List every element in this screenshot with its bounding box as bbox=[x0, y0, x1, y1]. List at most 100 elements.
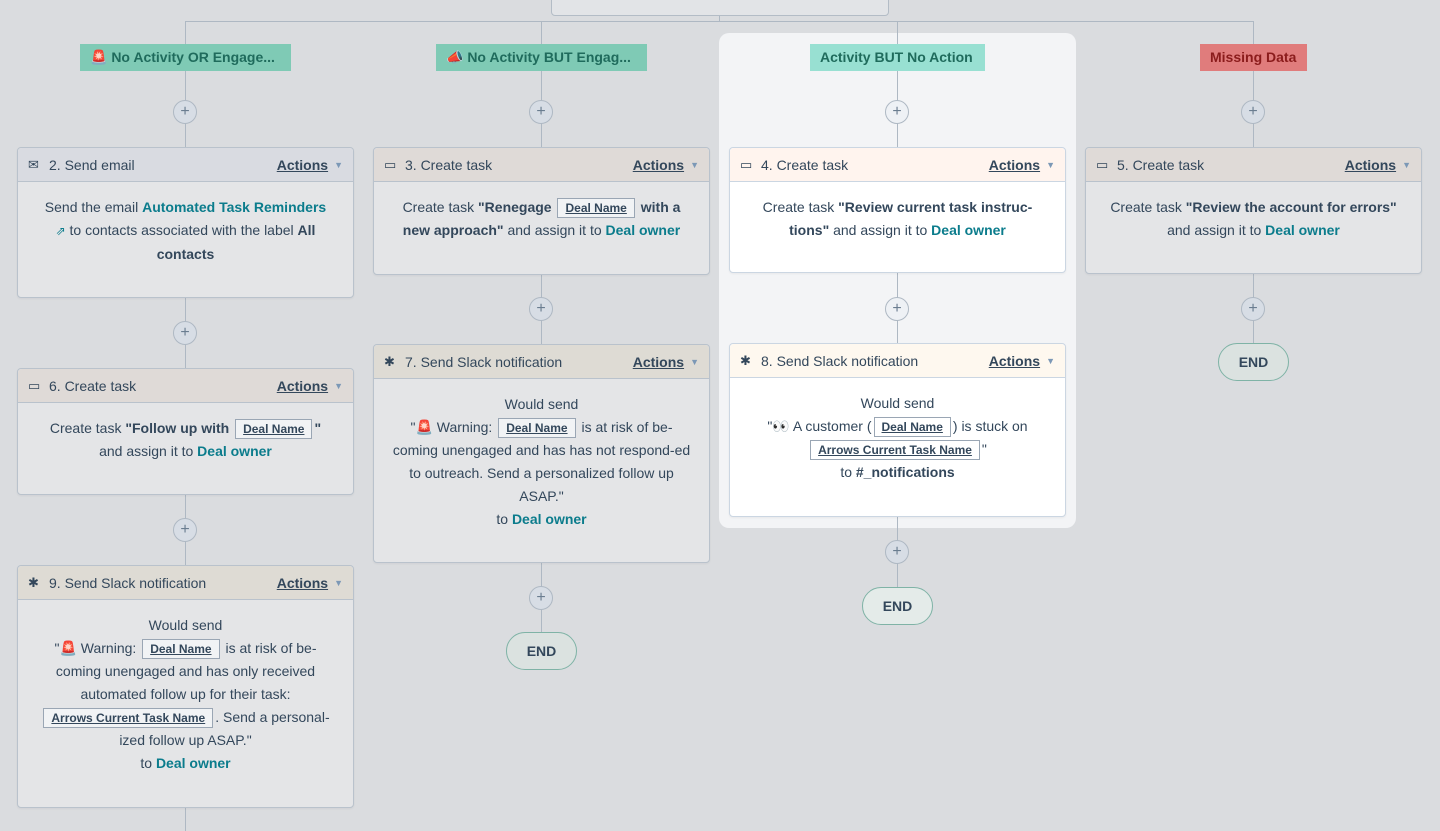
card-title: 7. Send Slack notification bbox=[405, 353, 563, 370]
add-step-button[interactable]: + bbox=[173, 100, 197, 124]
text: to bbox=[840, 464, 856, 480]
actions-dropdown[interactable]: Actions bbox=[633, 354, 684, 370]
action-card-send-slack-notification[interactable]: ✱ 9. Send Slack notification Actions ▼ W… bbox=[17, 565, 354, 808]
property-token[interactable]: Deal Name bbox=[142, 639, 220, 659]
chevron-down-icon[interactable]: ▼ bbox=[334, 160, 343, 170]
chevron-down-icon[interactable]: ▼ bbox=[1046, 160, 1055, 170]
slack-icon: ✱ bbox=[384, 353, 395, 369]
text: Would send bbox=[148, 617, 223, 633]
card-body: Create task "Renegage Deal Name with a n… bbox=[374, 182, 709, 256]
add-step-button[interactable]: + bbox=[885, 540, 909, 564]
text: Would send bbox=[504, 396, 579, 412]
card-body: Would send "🚨 Warning: Deal Name is at r… bbox=[374, 379, 709, 545]
action-card-send-slack-notification[interactable]: ✱ 7. Send Slack notification Actions ▼ W… bbox=[373, 344, 710, 563]
add-step-button[interactable]: + bbox=[1241, 297, 1265, 321]
slack-icon: ✱ bbox=[740, 352, 751, 368]
branch-label-no-activity-or-engage[interactable]: 🚨 No Activity OR Engage... bbox=[80, 44, 291, 71]
actions-dropdown[interactable]: Actions bbox=[989, 157, 1040, 173]
email-link[interactable]: Automated Task Reminders bbox=[142, 199, 326, 215]
text: ) is stuck on bbox=[952, 418, 1028, 434]
add-step-button[interactable]: + bbox=[529, 297, 553, 321]
card-body: Create task "Review the account for erro… bbox=[1086, 182, 1421, 256]
card-title: 6. Create task bbox=[49, 377, 137, 394]
property-token[interactable]: Deal Name bbox=[873, 417, 951, 437]
chevron-down-icon[interactable]: ▼ bbox=[690, 357, 699, 367]
add-step-button[interactable]: + bbox=[885, 297, 909, 321]
text: " bbox=[314, 420, 322, 436]
card-header: ▭ 3. Create task Actions ▼ bbox=[374, 148, 709, 182]
actions-dropdown[interactable]: Actions bbox=[277, 575, 328, 591]
property-token[interactable]: Deal Name bbox=[498, 418, 576, 438]
action-card-create-task[interactable]: ▭ 4. Create task Actions ▼ Create task "… bbox=[729, 147, 1066, 273]
owner-link[interactable]: Deal owner bbox=[512, 511, 587, 527]
task-icon: ▭ bbox=[28, 377, 41, 393]
envelope-icon: ✉ bbox=[28, 156, 39, 172]
branch-label-no-activity-but-engag[interactable]: 📣 No Activity BUT Engag... bbox=[436, 44, 647, 71]
card-header: ✉ 2. Send email Actions ▼ bbox=[18, 148, 353, 182]
task-icon: ▭ bbox=[384, 156, 397, 172]
card-body: Would send "👀 A customer (Deal Name) is … bbox=[730, 378, 1065, 498]
property-token[interactable]: Deal Name bbox=[235, 419, 313, 439]
card-header: ✱ 8. Send Slack notification Actions ▼ bbox=[730, 344, 1065, 378]
end-node: END bbox=[506, 632, 577, 670]
card-title: 3. Create task bbox=[405, 156, 493, 173]
chevron-down-icon[interactable]: ▼ bbox=[334, 381, 343, 391]
add-step-button[interactable]: + bbox=[529, 586, 553, 610]
action-card-create-task[interactable]: ▭ 6. Create task Actions ▼ Create task "… bbox=[17, 368, 354, 495]
text: "🚨 Warning: bbox=[410, 419, 497, 435]
add-step-button[interactable]: + bbox=[885, 100, 909, 124]
chevron-down-icon[interactable]: ▼ bbox=[1046, 356, 1055, 366]
actions-dropdown[interactable]: Actions bbox=[1345, 157, 1396, 173]
card-title: 9. Send Slack notification bbox=[49, 574, 207, 591]
property-token[interactable]: Arrows Current Task Name bbox=[810, 440, 980, 460]
actions-dropdown[interactable]: Actions bbox=[277, 157, 328, 173]
branch-action-box[interactable] bbox=[551, 0, 889, 16]
text: Create task bbox=[402, 199, 479, 215]
text: "Review the account for errors" bbox=[1185, 199, 1397, 215]
text: "Renegage bbox=[478, 199, 556, 215]
channel-name: #_notifications bbox=[855, 464, 955, 480]
text: to bbox=[496, 511, 512, 527]
text: "🚨 Warning: bbox=[54, 640, 141, 656]
card-header: ✱ 7. Send Slack notification Actions ▼ bbox=[374, 345, 709, 379]
text: to bbox=[140, 755, 156, 771]
owner-link[interactable]: Deal owner bbox=[931, 222, 1006, 238]
chevron-down-icon[interactable]: ▼ bbox=[690, 160, 699, 170]
external-link-icon[interactable]: ⇗ bbox=[56, 224, 66, 238]
branch-label-activity-but-no-action[interactable]: Activity BUT No Action bbox=[810, 44, 985, 71]
card-body: Create task "Review current task instruc… bbox=[730, 182, 1065, 256]
chevron-down-icon[interactable]: ▼ bbox=[334, 578, 343, 588]
owner-link[interactable]: Deal owner bbox=[156, 755, 231, 771]
actions-dropdown[interactable]: Actions bbox=[989, 353, 1040, 369]
add-step-button[interactable]: + bbox=[173, 518, 197, 542]
branch-label-missing-data[interactable]: Missing Data bbox=[1200, 44, 1307, 71]
owner-link[interactable]: Deal owner bbox=[1265, 222, 1340, 238]
card-body: Create task "Follow up with Deal Name " a… bbox=[18, 403, 353, 477]
text: Would send bbox=[860, 395, 935, 411]
text: Create task bbox=[1110, 199, 1186, 215]
text: Create task bbox=[49, 420, 126, 436]
workflow-canvas[interactable]: 🚨 No Activity OR Engage... 📣 No Activity… bbox=[0, 0, 1440, 831]
property-token[interactable]: Arrows Current Task Name bbox=[43, 708, 214, 728]
action-card-create-task[interactable]: ▭ 5. Create task Actions ▼ Create task "… bbox=[1085, 147, 1422, 274]
actions-dropdown[interactable]: Actions bbox=[277, 378, 328, 394]
chevron-down-icon[interactable]: ▼ bbox=[1402, 160, 1411, 170]
property-token[interactable]: Deal Name bbox=[557, 198, 635, 218]
add-step-button[interactable]: + bbox=[1241, 100, 1265, 124]
action-card-send-email[interactable]: ✉ 2. Send email Actions ▼ Send the email… bbox=[17, 147, 354, 298]
slack-icon: ✱ bbox=[28, 574, 39, 590]
text: " bbox=[981, 441, 987, 457]
add-step-button[interactable]: + bbox=[529, 100, 553, 124]
actions-dropdown[interactable]: Actions bbox=[633, 157, 684, 173]
action-card-create-task[interactable]: ▭ 3. Create task Actions ▼ Create task "… bbox=[373, 147, 710, 275]
card-title: 5. Create task bbox=[1117, 156, 1205, 173]
end-node: END bbox=[862, 587, 933, 625]
card-header: ▭ 6. Create task Actions ▼ bbox=[18, 369, 353, 403]
action-card-send-slack-notification[interactable]: ✱ 8. Send Slack notification Actions ▼ W… bbox=[729, 343, 1066, 517]
owner-link[interactable]: Deal owner bbox=[197, 443, 272, 459]
add-step-button[interactable]: + bbox=[173, 321, 197, 345]
text: Send the email bbox=[44, 199, 143, 215]
owner-link[interactable]: Deal owner bbox=[606, 222, 681, 238]
card-header: ▭ 5. Create task Actions ▼ bbox=[1086, 148, 1421, 182]
text: Create task bbox=[762, 199, 839, 215]
